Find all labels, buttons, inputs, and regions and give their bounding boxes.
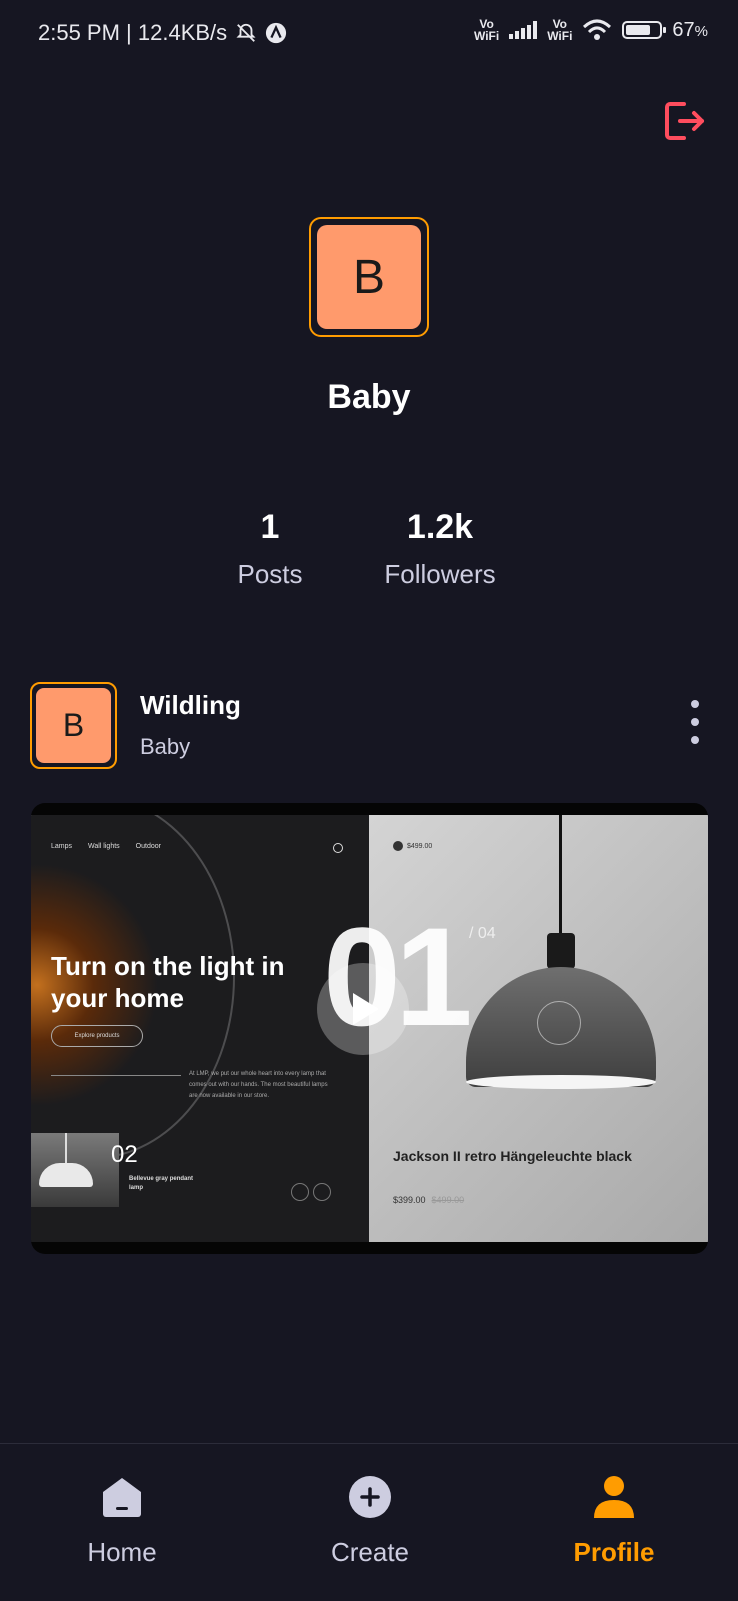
thumb-arrows xyxy=(291,1183,331,1201)
post-avatar-initial: B xyxy=(36,688,111,763)
stat-followers: 1.2k Followers xyxy=(370,508,510,590)
thumb-nav-outdoor: Outdoor xyxy=(135,843,161,850)
volte-wifi-label-2: Vo WiFi xyxy=(547,17,573,43)
dot xyxy=(691,736,699,744)
followers-label: Followers xyxy=(384,559,496,589)
tab-profile[interactable]: Profile xyxy=(534,1474,694,1568)
thumb-top-price: $499.00 xyxy=(393,841,432,851)
home-icon xyxy=(103,1478,141,1517)
thumb-product-name: Jackson II retro Hängeleuchte black xyxy=(393,1148,632,1164)
post-menu-button[interactable] xyxy=(680,700,710,744)
thumb-secondary-name: Bellevue gray pendant lamp xyxy=(129,1176,194,1191)
thumb-search-icon xyxy=(333,843,343,853)
thumb-secondary-number: 02 xyxy=(111,1141,138,1168)
thumb-hero-text: Turn on the light in your home xyxy=(51,951,285,1013)
post-creator: Baby xyxy=(140,734,191,759)
posts-count: 1 xyxy=(260,508,280,546)
logout-icon xyxy=(665,102,704,140)
profile-avatar: B xyxy=(309,217,429,337)
stat-posts: 1 Posts xyxy=(220,508,320,590)
posts-label: Posts xyxy=(237,559,303,589)
pendant-cord xyxy=(559,815,562,935)
tab-profile-label: Profile xyxy=(573,1537,655,1567)
followers-count: 1.2k xyxy=(406,508,474,546)
thumbnail-left-panel: Lamps Wall lights Outdoor Turn on the li… xyxy=(31,815,369,1242)
bell-off-icon xyxy=(236,23,256,42)
status-left: 2:55 PM | 12.4KB/s xyxy=(38,20,287,46)
thumb-prev-icon xyxy=(291,1183,309,1201)
thumb-nav-wall-lights: Wall lights xyxy=(88,843,120,850)
thumb-explore-button: Explore products xyxy=(51,1025,143,1047)
status-bar: 2:55 PM | 12.4KB/s Vo WiFi Vo WiFi 67% xyxy=(0,0,738,68)
play-button[interactable] xyxy=(317,963,409,1055)
dot xyxy=(691,718,699,726)
plus-circle-icon xyxy=(349,1476,391,1518)
post-avatar: B xyxy=(30,682,117,769)
lamp-shade xyxy=(39,1163,93,1187)
dot xyxy=(691,700,699,708)
thumbnail-nav: Lamps Wall lights Outdoor xyxy=(51,843,161,850)
thumb-total: / 04 xyxy=(469,925,496,942)
app-notification-icon xyxy=(266,22,287,44)
battery-icon xyxy=(622,21,667,39)
pendant-rim xyxy=(466,1075,656,1089)
tab-home[interactable]: Home xyxy=(42,1474,202,1568)
video-thumbnail[interactable]: Lamps Wall lights Outdoor Turn on the li… xyxy=(31,803,708,1254)
thumb-lamp-image xyxy=(31,1133,119,1207)
pendant-socket xyxy=(547,933,575,969)
bottom-tab-bar: Home Create Profile xyxy=(0,1443,738,1601)
thumb-next-icon xyxy=(313,1183,331,1201)
tab-create-label: Create xyxy=(330,1537,410,1567)
post-header: B Wildling Baby xyxy=(30,682,710,772)
volte-wifi-label-1: Vo WiFi xyxy=(473,17,500,43)
signal-icon xyxy=(509,21,538,39)
thumb-mini-play-icon xyxy=(537,1001,581,1045)
tab-home-label: Home xyxy=(87,1537,157,1567)
profile-avatar-initial: B xyxy=(317,225,421,329)
thumb-copy: At LMP, we put our whole heart into ever… xyxy=(189,1071,328,1099)
wifi-icon xyxy=(583,19,612,40)
time-and-speed: 2:55 PM | 12.4KB/s xyxy=(38,20,228,45)
thumb-divider xyxy=(51,1075,181,1076)
status-right: Vo WiFi Vo WiFi 67% xyxy=(474,18,708,42)
logout-button[interactable] xyxy=(660,96,710,146)
user-icon xyxy=(594,1476,634,1518)
battery-level: 67% xyxy=(672,18,708,41)
tab-create[interactable]: Create xyxy=(290,1474,450,1568)
play-icon xyxy=(353,993,379,1025)
post-title: Wildling xyxy=(140,690,241,720)
profile-name: Baby xyxy=(327,378,411,416)
lamp-cord xyxy=(65,1133,67,1163)
thumb-nav-lamps: Lamps xyxy=(51,843,73,850)
thumb-product-price: $399.00 $499.00 xyxy=(393,1195,465,1205)
